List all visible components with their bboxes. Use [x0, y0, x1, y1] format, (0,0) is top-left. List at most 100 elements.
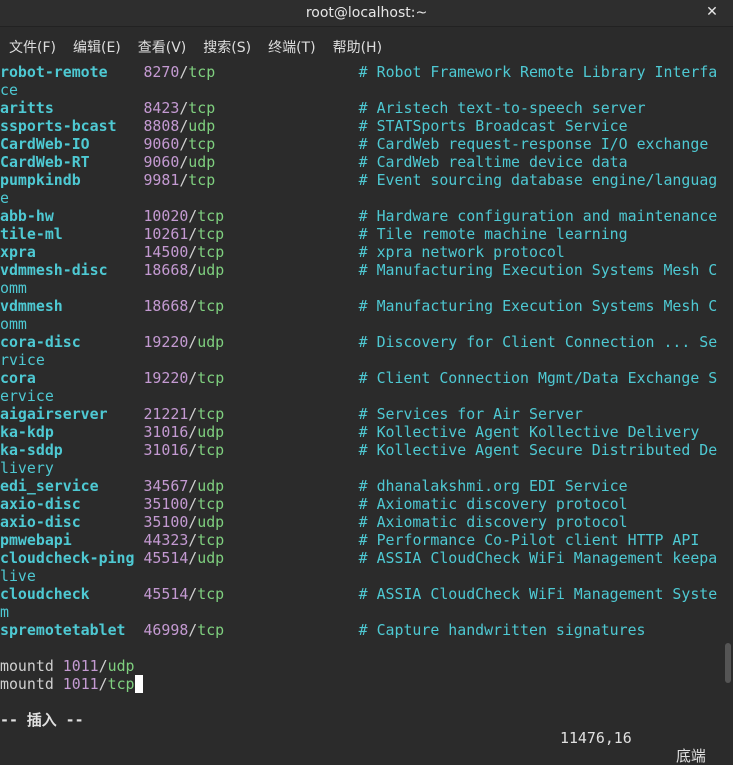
service-comment: # Client Connection Mgmt/Data Exchange S — [358, 369, 718, 387]
slash: / — [98, 675, 108, 693]
service-name: cloudcheck — [0, 585, 90, 603]
menu-item[interactable]: 编辑(E) — [64, 37, 129, 57]
service-comment: # ASSIA CloudCheck WiFi Management Syste — [358, 585, 718, 603]
protocol: tcp — [188, 135, 216, 153]
terminal-line: cloudcheck 45514/tcp # ASSIA CloudCheck … — [0, 585, 723, 603]
protocol: tcp — [197, 621, 225, 639]
terminal-line: abb-hw 10020/tcp # Hardware configuratio… — [0, 207, 723, 225]
service-comment: # Capture handwritten signatures — [358, 621, 646, 639]
terminal-line: live — [0, 567, 723, 585]
terminal-line: ce — [0, 81, 723, 99]
wrapped-comment: rvice — [0, 351, 45, 369]
slash: / — [188, 423, 198, 441]
port-number: 18668 — [143, 297, 189, 315]
port-number: 14500 — [143, 243, 189, 261]
terminal-line: livery — [0, 459, 723, 477]
slash: / — [188, 621, 198, 639]
terminal-line: pmwebapi 44323/tcp # Performance Co-Pilo… — [0, 531, 723, 549]
port-number: 10020 — [143, 207, 189, 225]
slash: / — [179, 99, 189, 117]
service-name: axio-disc — [0, 513, 81, 531]
service-comment: # Event sourcing database engine/languag — [358, 171, 718, 189]
service-name: tile-ml — [0, 225, 63, 243]
slash: / — [179, 171, 189, 189]
slash: / — [188, 549, 198, 567]
terminal-line: rvice — [0, 351, 723, 369]
terminal-line: aigairserver 21221/tcp # Services for Ai… — [0, 405, 723, 423]
port-number: 31016 — [143, 441, 189, 459]
service-comment: # Manufacturing Execution Systems Mesh C — [358, 261, 718, 279]
port-number: 19220 — [143, 333, 189, 351]
cursor-position: 11476,16 — [560, 729, 632, 747]
service-comment: # Axiomatic discovery protocol — [358, 495, 628, 513]
slash: / — [179, 63, 189, 81]
service-name: robot-remote — [0, 63, 108, 81]
menu-item[interactable]: 文件(F) — [0, 37, 64, 57]
wrapped-comment: livery — [0, 459, 54, 477]
service-comment: # Discovery for Client Connection ... Se — [358, 333, 718, 351]
slash: / — [188, 441, 198, 459]
menu-item[interactable]: 查看(V) — [129, 37, 195, 57]
terminal-scrollbar[interactable] — [723, 63, 733, 710]
protocol: tcp — [197, 207, 225, 225]
menu-item[interactable]: 搜索(S) — [194, 37, 259, 57]
wrapped-comment: omm — [0, 279, 27, 297]
wrapped-comment: ce — [0, 81, 18, 99]
service-name: ssports-bcast — [0, 117, 117, 135]
service-name: axio-disc — [0, 495, 81, 513]
close-icon[interactable]: ✕ — [703, 3, 721, 21]
service-name: pumpkindb — [0, 171, 81, 189]
service-comment: # Performance Co-Pilot client HTTP API — [358, 531, 700, 549]
port-number: 35100 — [143, 513, 189, 531]
scrollbar-thumb[interactable] — [725, 643, 731, 683]
protocol: tcp — [197, 585, 225, 603]
protocol: udp — [197, 423, 225, 441]
menu-item[interactable]: 帮助(H) — [324, 37, 390, 57]
protocol: tcp — [188, 63, 216, 81]
slash: / — [188, 495, 198, 513]
service-name: mountd — [0, 657, 54, 675]
port-number: 31016 — [143, 423, 189, 441]
protocol: udp — [188, 153, 216, 171]
window-title: root@localhost:~ — [305, 5, 428, 21]
menu-item[interactable]: 终端(T) — [259, 37, 323, 57]
port-number: 8270 — [143, 63, 180, 81]
terminal-output[interactable]: robot-remote 8270/tcp # Robot Framework … — [0, 63, 723, 710]
wrapped-comment: ervice — [0, 387, 54, 405]
port-number: 18668 — [143, 261, 189, 279]
scroll-position: 底端 — [676, 747, 706, 765]
terminal-line: mountd 1011/udp — [0, 657, 723, 675]
port-number: 44323 — [143, 531, 189, 549]
protocol: tcp — [197, 225, 225, 243]
terminal-line: vdmmesh-disc 18668/udp # Manufacturing E… — [0, 261, 723, 279]
service-comment: # Manufacturing Execution Systems Mesh C — [358, 297, 718, 315]
slash: / — [179, 153, 189, 171]
protocol: tcp — [197, 243, 225, 261]
protocol: udp — [197, 477, 225, 495]
port-number: 1011 — [62, 675, 99, 693]
terminal-line: cora-disc 19220/udp # Discovery for Clie… — [0, 333, 723, 351]
